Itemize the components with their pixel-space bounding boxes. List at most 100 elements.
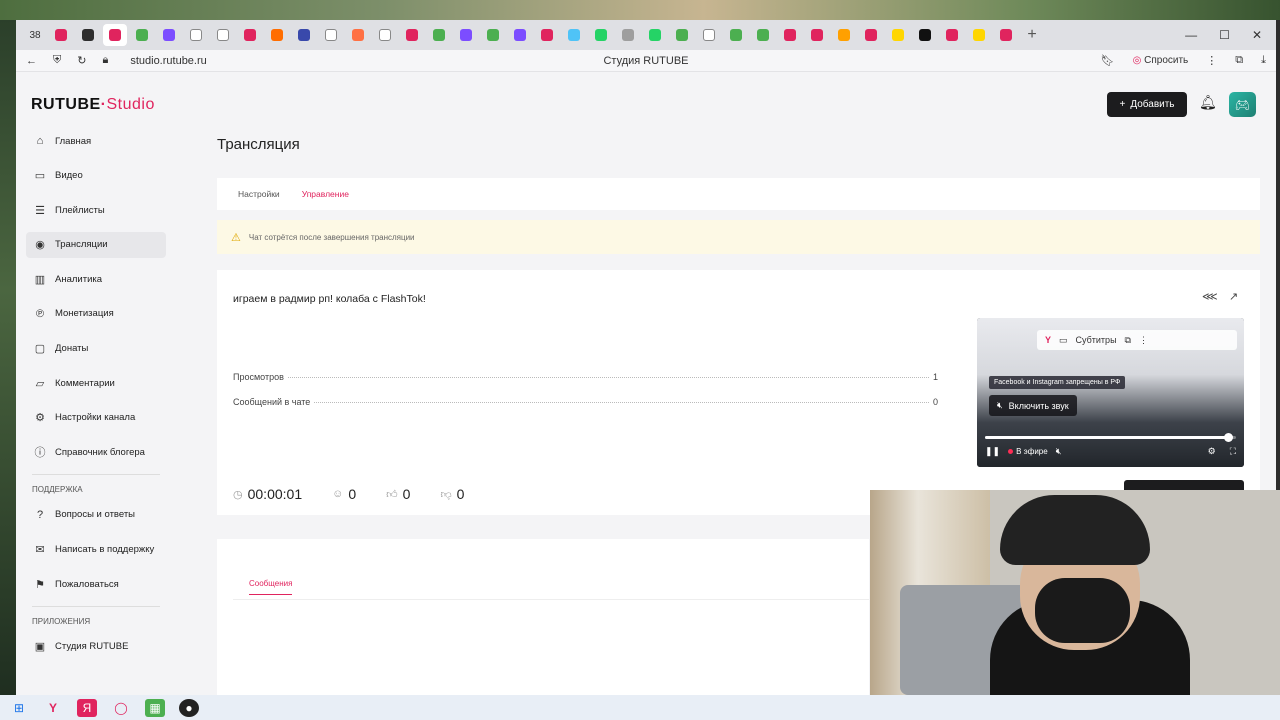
yandex-icon[interactable]: Я bbox=[77, 698, 97, 717]
minimize-icon[interactable]: — bbox=[1185, 28, 1197, 42]
yandex-shield-icon[interactable]: ⛨ bbox=[53, 54, 61, 67]
maximize-icon[interactable]: ☐ bbox=[1219, 28, 1230, 42]
tab-messages[interactable]: Сообщения bbox=[249, 579, 293, 595]
bookmark-icon[interactable]: 🔖︎ bbox=[1101, 54, 1115, 67]
browser-tab[interactable] bbox=[346, 24, 370, 46]
browser-tab[interactable] bbox=[913, 24, 937, 46]
sidebar-item[interactable]: ▭ Видео bbox=[26, 163, 166, 189]
browser-tab[interactable] bbox=[724, 24, 748, 46]
fullscreen-icon[interactable]: ⛶ bbox=[1230, 446, 1236, 457]
opera-icon[interactable]: ◯ bbox=[111, 699, 131, 717]
rutube-studio-logo[interactable]: RUTUBE·Studio bbox=[31, 96, 155, 114]
browser-tab[interactable] bbox=[778, 24, 802, 46]
sidebar-item[interactable]: ☰ Плейлисты bbox=[26, 197, 166, 223]
downloads-icon[interactable]: ⤓ bbox=[1261, 54, 1266, 67]
obs-icon[interactable]: ● bbox=[179, 698, 199, 717]
browser-tab[interactable] bbox=[157, 24, 181, 46]
close-icon[interactable]: ✕ bbox=[1252, 28, 1262, 42]
windows-start-icon[interactable]: ⊞ bbox=[9, 699, 29, 717]
browser-tab[interactable] bbox=[130, 24, 154, 46]
pause-icon[interactable]: ❚❚ bbox=[985, 446, 1000, 457]
volume-icon[interactable]: 🔇︎ bbox=[1056, 446, 1062, 457]
browser-tab[interactable] bbox=[184, 24, 208, 46]
sidebar-item[interactable]: ? Вопросы и ответы bbox=[26, 502, 166, 528]
tab-favicon-icon bbox=[379, 29, 391, 41]
subtitles-button[interactable]: Субтитры bbox=[1076, 335, 1117, 345]
avatar[interactable]: 🎮︎ bbox=[1229, 92, 1256, 117]
player-progress[interactable] bbox=[985, 433, 1236, 442]
browser-tab[interactable] bbox=[967, 24, 991, 46]
browser-tab[interactable] bbox=[535, 24, 559, 46]
browser-tab[interactable] bbox=[751, 24, 775, 46]
tab-management[interactable]: Управление bbox=[302, 189, 349, 199]
yandex-browser-icon[interactable]: Y bbox=[43, 699, 63, 717]
settings-icon[interactable]: ⚙ bbox=[1208, 446, 1216, 457]
stream-title: играем в радмир рп! колаба с FlashTok! bbox=[233, 293, 426, 305]
browser-tab[interactable] bbox=[400, 24, 424, 46]
browser-tab[interactable] bbox=[238, 24, 262, 46]
browser-tab[interactable] bbox=[481, 24, 505, 46]
sidebar-item[interactable]: ⓘ Справочник блогера bbox=[26, 439, 166, 465]
sidebar-item[interactable]: ▥ Аналитика bbox=[26, 266, 166, 292]
sidebar-item[interactable]: ▢ Донаты bbox=[26, 336, 166, 362]
stream-preview-player[interactable]: Y ▭ Субтитры ⧉ ⋮ Facebook и Instagram за… bbox=[977, 318, 1244, 467]
pip-icon[interactable]: ⧉ bbox=[1125, 335, 1131, 346]
sidebar-item[interactable]: ✉ Написать в поддержку bbox=[26, 537, 166, 563]
tab-count-badge[interactable]: 38 bbox=[24, 25, 46, 45]
browser-tab[interactable] bbox=[211, 24, 235, 46]
browser-tab[interactable] bbox=[805, 24, 829, 46]
browser-tab[interactable] bbox=[859, 24, 883, 46]
browser-tab[interactable] bbox=[49, 24, 73, 46]
sidebar-item[interactable]: ▣ Студия RUTUBE bbox=[26, 634, 166, 660]
sidebar-divider bbox=[32, 473, 160, 475]
url-field[interactable]: studio.rutube.ru bbox=[130, 55, 206, 67]
bell-icon[interactable]: 🔔︎ bbox=[1199, 94, 1217, 111]
sidebar-item[interactable]: ⚙ Настройки канала bbox=[26, 405, 166, 431]
sidebar-item[interactable]: ℗ Монетизация bbox=[26, 301, 166, 327]
browser-tab[interactable] bbox=[562, 24, 586, 46]
browser-tab[interactable] bbox=[670, 24, 694, 46]
browser-tab[interactable] bbox=[319, 24, 343, 46]
sidebar-item[interactable]: ⌂ Главная bbox=[26, 128, 166, 154]
add-button[interactable]: + Добавить bbox=[1107, 92, 1187, 117]
browser-tab[interactable] bbox=[994, 24, 1018, 46]
more-icon[interactable]: ⋮ bbox=[1206, 54, 1217, 67]
live-metrics: ◷ 00:00:01 ☺ 0 👍︎ 0 👎︎ 0 bbox=[233, 486, 464, 502]
browser-tab[interactable] bbox=[940, 24, 964, 46]
sidebar-item[interactable]: ◉ Трансляции bbox=[26, 231, 166, 258]
browser-tab[interactable] bbox=[508, 24, 532, 46]
back-icon[interactable]: ← bbox=[26, 55, 37, 67]
browser-tab[interactable] bbox=[697, 24, 721, 46]
browser-tab[interactable] bbox=[616, 24, 640, 46]
sidebar-item[interactable]: ▱ Комментарии bbox=[26, 370, 166, 396]
plus-icon: + bbox=[1119, 99, 1126, 110]
browser-tab[interactable] bbox=[292, 24, 316, 46]
browser-tab[interactable] bbox=[373, 24, 397, 46]
browser-tab[interactable] bbox=[265, 24, 289, 46]
sidebar-item-label: Трансляции bbox=[55, 239, 108, 251]
share-icon[interactable]: ⋘ bbox=[1202, 290, 1218, 303]
browser-tab[interactable] bbox=[76, 24, 100, 46]
browser-tab[interactable] bbox=[589, 24, 613, 46]
browser-tab[interactable] bbox=[103, 24, 127, 46]
ask-button[interactable]: ◎ Спросить bbox=[1133, 55, 1189, 66]
sidebar-item[interactable]: ⚑ Пожаловаться bbox=[26, 571, 166, 597]
reload-icon[interactable]: ↻ bbox=[77, 54, 86, 67]
sidebar-item-label: Донаты bbox=[55, 343, 89, 355]
player-more-icon[interactable]: ⋮ bbox=[1139, 335, 1148, 346]
sidebar-item-label: Плейлисты bbox=[55, 204, 105, 216]
browser-tab[interactable] bbox=[886, 24, 910, 46]
app-green-icon[interactable]: ▦ bbox=[145, 698, 165, 717]
browser-tab[interactable] bbox=[454, 24, 478, 46]
sidebar-item-label: Вопросы и ответы bbox=[55, 509, 136, 521]
tab-settings[interactable]: Настройки bbox=[238, 189, 280, 199]
browser-tab[interactable] bbox=[832, 24, 856, 46]
extensions-icon[interactable]: ⧉ bbox=[1235, 54, 1243, 67]
analytics-icon: ▥ bbox=[34, 273, 46, 286]
unmute-button[interactable]: 🔇︎ Включить звук bbox=[989, 395, 1077, 416]
warning-icon: ⚠ bbox=[231, 231, 241, 244]
new-tab-button[interactable]: + bbox=[1021, 26, 1043, 44]
browser-tab[interactable] bbox=[427, 24, 451, 46]
external-link-icon[interactable]: ↗ bbox=[1229, 290, 1238, 303]
browser-tab[interactable] bbox=[643, 24, 667, 46]
